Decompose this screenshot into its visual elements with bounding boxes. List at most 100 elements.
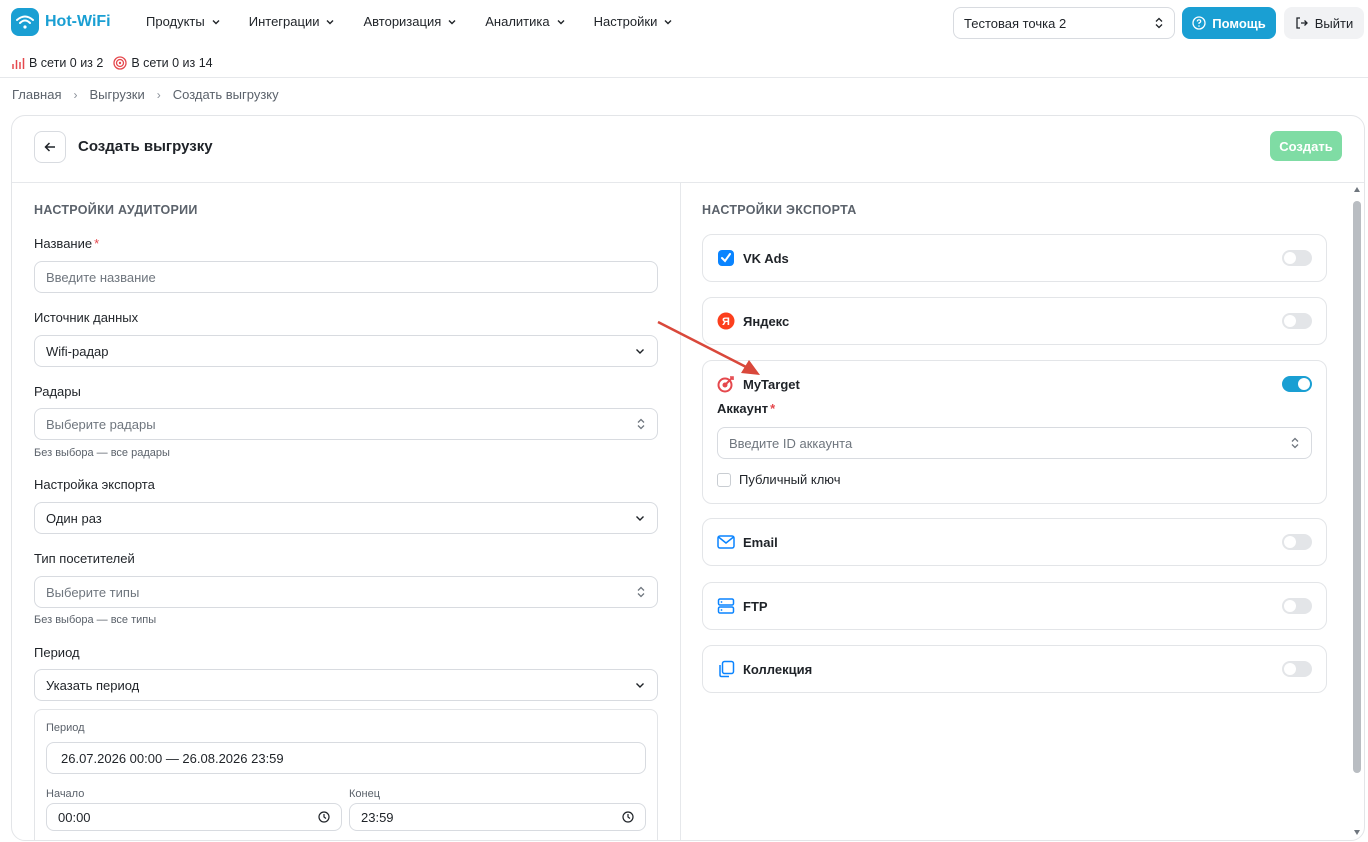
end-time-input[interactable]: 23:59 bbox=[349, 803, 646, 831]
nav-item-label: Продукты bbox=[146, 14, 205, 29]
nav-item-authorization[interactable]: Авторизация bbox=[363, 14, 457, 29]
export-setting-select[interactable]: Один раз bbox=[34, 502, 658, 534]
wifi-icon bbox=[11, 8, 39, 36]
visitor-type-label: Тип посетителей bbox=[34, 551, 135, 566]
export-card-yandex: Я Яндекс bbox=[702, 297, 1327, 345]
source-select[interactable]: Wifi-радар bbox=[34, 335, 658, 367]
mytarget-account-label: Аккаунт * bbox=[717, 401, 775, 416]
name-placeholder: Введите название bbox=[46, 269, 156, 285]
chevron-down-icon bbox=[636, 683, 644, 688]
breadcrumb-item-home[interactable]: Главная bbox=[12, 87, 61, 102]
create-button[interactable]: Создать bbox=[1270, 131, 1342, 161]
chevron-down-icon bbox=[557, 19, 565, 24]
collection-label: Коллекция bbox=[743, 661, 813, 677]
export-setting-label: Настройка экспорта bbox=[34, 477, 155, 492]
chevron-right-icon: › bbox=[156, 87, 161, 102]
visitor-type-hint: Без выбора — все типы bbox=[34, 614, 157, 626]
export-card-email: Email bbox=[702, 518, 1327, 566]
point-select-value: Тестовая точка 2 bbox=[964, 15, 1067, 31]
yandex-label: Яндекс bbox=[743, 313, 790, 329]
mytarget-toggle[interactable] bbox=[1282, 376, 1312, 392]
collection-toggle[interactable] bbox=[1282, 661, 1312, 677]
end-time-value: 23:59 bbox=[361, 809, 394, 825]
scroll-up-icon[interactable] bbox=[1354, 187, 1360, 192]
public-key-option[interactable]: Публичный ключ bbox=[717, 472, 841, 487]
help-label: Помощь bbox=[1212, 15, 1266, 31]
nav-item-label: Авторизация bbox=[363, 14, 442, 29]
period-value: Указать период bbox=[46, 677, 140, 693]
chevron-down-icon bbox=[636, 349, 644, 354]
period-select[interactable]: Указать период bbox=[34, 669, 658, 701]
clock-icon bbox=[622, 811, 634, 823]
status-row: В сети 0 из 2 В сети 0 из 14 bbox=[11, 56, 213, 70]
export-section-title: НАСТРОЙКИ ЭКСПОРТА bbox=[702, 203, 857, 217]
visitor-type-select[interactable]: Выберите типы bbox=[34, 576, 658, 608]
chevron-down-icon bbox=[636, 516, 644, 521]
create-export-card: Создать выгрузку Создать НАСТРОЙКИ АУДИТ… bbox=[11, 115, 1365, 841]
point-select[interactable]: Тестовая точка 2 bbox=[953, 7, 1175, 39]
arrow-left-icon bbox=[44, 142, 55, 152]
nav-item-analytics[interactable]: Аналитика bbox=[485, 14, 565, 29]
chevron-down-icon bbox=[448, 19, 456, 24]
breadcrumb-item-exports[interactable]: Выгрузки bbox=[89, 87, 144, 102]
export-row-email: Email bbox=[717, 533, 778, 551]
scrollbar[interactable] bbox=[1351, 183, 1364, 840]
mytarget-icon bbox=[717, 375, 735, 393]
svg-text:Я: Я bbox=[722, 316, 730, 328]
status-radars: В сети 0 из 14 bbox=[113, 56, 213, 70]
server-icon bbox=[717, 597, 735, 615]
name-label-text: Название bbox=[34, 236, 93, 251]
period-range-value: 26.07.2026 00:00 — 26.08.2026 23:59 bbox=[61, 750, 284, 766]
back-button[interactable] bbox=[34, 131, 66, 163]
export-card-collection: Коллекция bbox=[702, 645, 1327, 693]
scroll-thumb[interactable] bbox=[1353, 201, 1361, 773]
nav-item-integrations[interactable]: Интеграции bbox=[249, 14, 336, 29]
chevron-down-icon bbox=[212, 19, 220, 24]
logout-icon bbox=[1296, 17, 1308, 29]
period-range-input[interactable]: 26.07.2026 00:00 — 26.08.2026 23:59 bbox=[46, 742, 646, 774]
copy-icon bbox=[717, 660, 735, 678]
breadcrumb: Главная › Выгрузки › Создать выгрузку bbox=[12, 87, 279, 102]
email-toggle[interactable] bbox=[1282, 534, 1312, 550]
nav-item-products[interactable]: Продукты bbox=[146, 14, 221, 29]
public-key-checkbox[interactable] bbox=[717, 472, 731, 487]
divider bbox=[0, 77, 1368, 78]
radars-select[interactable]: Выберите радары bbox=[34, 408, 658, 440]
help-button[interactable]: Помощь bbox=[1182, 7, 1276, 39]
export-card-ftp: FTP bbox=[702, 582, 1327, 630]
account-placeholder: Введите ID аккаунта bbox=[729, 435, 853, 451]
nav-item-settings[interactable]: Настройки bbox=[594, 14, 674, 29]
export-row-collection: Коллекция bbox=[717, 660, 812, 678]
bar-chart-icon bbox=[12, 58, 25, 69]
start-time-label: Начало bbox=[46, 788, 85, 800]
start-time-input[interactable]: 00:00 bbox=[46, 803, 342, 831]
radars-placeholder: Выберите радары bbox=[46, 416, 156, 432]
yandex-toggle[interactable] bbox=[1282, 313, 1312, 329]
export-setting-value: Один раз bbox=[46, 510, 102, 526]
clock-icon bbox=[318, 811, 330, 823]
nav-item-label: Интеграции bbox=[248, 14, 320, 29]
export-row-yandex: Я Яндекс bbox=[717, 312, 789, 330]
breadcrumb-item-current: Создать выгрузку bbox=[172, 87, 279, 102]
ftp-toggle[interactable] bbox=[1282, 598, 1312, 614]
start-time-value: 00:00 bbox=[58, 809, 91, 825]
nav-item-label: Аналитика bbox=[485, 14, 550, 29]
column-divider bbox=[680, 183, 681, 840]
mytarget-account-select[interactable]: Введите ID аккаунта bbox=[717, 427, 1312, 459]
chevron-updown-icon bbox=[637, 586, 645, 598]
visitor-type-placeholder: Выберите типы bbox=[46, 584, 140, 600]
mail-icon bbox=[717, 533, 735, 551]
chevron-down-icon bbox=[326, 19, 334, 24]
required-mark: * bbox=[770, 401, 776, 416]
export-card-vk: VK Ads bbox=[702, 234, 1327, 282]
logout-button[interactable]: Выйти bbox=[1284, 7, 1364, 39]
scroll-down-icon[interactable] bbox=[1354, 830, 1360, 835]
vk-ads-toggle[interactable] bbox=[1282, 250, 1312, 266]
export-card-mytarget: MyTarget Аккаунт * Введите ID аккаунта Пу… bbox=[702, 360, 1327, 504]
name-input[interactable]: Введите название bbox=[34, 261, 658, 293]
ftp-label: FTP bbox=[743, 598, 768, 614]
logo[interactable]: Hot-WiFi bbox=[11, 8, 111, 36]
logout-label: Выйти bbox=[1314, 15, 1354, 31]
chevron-updown-icon bbox=[1291, 437, 1299, 449]
radars-label: Радары bbox=[34, 384, 81, 399]
